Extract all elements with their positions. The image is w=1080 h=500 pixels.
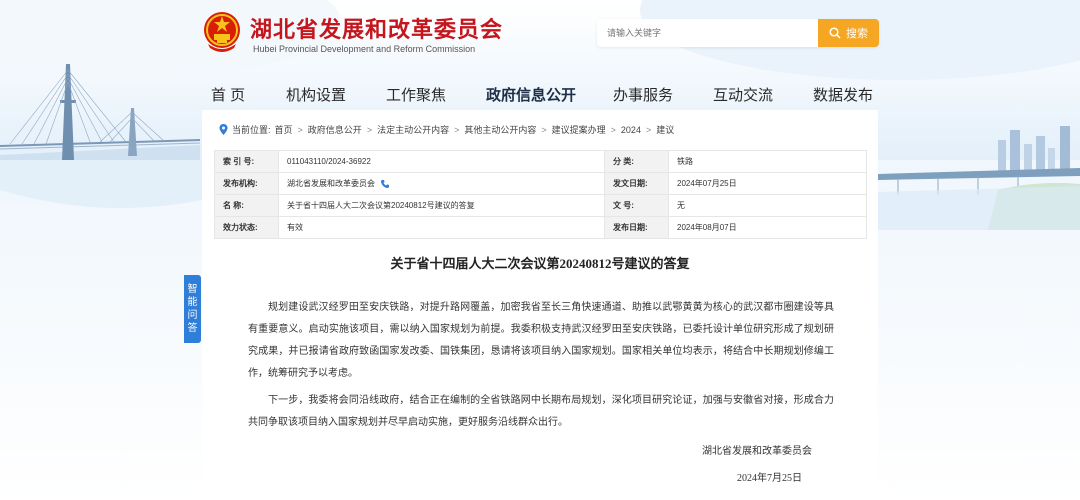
status-label: 效力状态: [214,216,279,239]
search-button[interactable]: 搜索 [818,19,879,47]
article-paragraph-2: 下一步，我委将会同沿线政府，结合正在编制的全省铁路网中长期布局规划，深化项目研究… [248,395,834,428]
breadcrumb-statutory[interactable]: 法定主动公开内容 [377,123,449,136]
signature-date: 2024年7月25日 [737,473,802,484]
category-value: 铁路 [668,150,867,173]
side-tab-char: 能 [187,297,198,308]
breadcrumb-home[interactable]: 首页 [275,123,293,136]
article-paragraph-1: 规划建设武汉经罗田至安庆铁路，对提升路网覆盖，加密我省至长三角快速通道、助推以武… [248,302,834,379]
category-label: 分 类: [604,150,669,173]
side-tab-char: 智 [187,284,198,295]
side-tab-char: 答 [187,323,198,334]
nav-organization[interactable]: 机构设置 [286,84,346,105]
breadcrumb-year[interactable]: 2024 [621,125,641,135]
breadcrumb-separator: > [454,124,460,135]
date-value: 2024年07月25日 [668,172,867,195]
breadcrumb-suggestion[interactable]: 建议 [656,123,674,136]
nav-interaction[interactable]: 互动交流 [713,84,773,105]
docno-value: 无 [668,194,867,217]
publisher-label: 发布机构: [214,172,279,195]
name-value: 关于省十四届人大二次会议第20240812号建议的答复 [278,194,605,217]
city-skyline-illustration [878,126,1080,230]
article-title: 关于省十四届人大二次会议第20240812号建议的答复 [390,256,690,271]
search-button-label: 搜索 [846,28,868,40]
site-title: 湖北省发展和改革委员会 [250,17,504,42]
river-background [0,160,202,208]
site-subtitle: Hubei Provincial Development and Reform … [253,44,476,54]
index-label: 索 引 号: [214,150,279,173]
side-tab-char: 问 [187,310,198,321]
nav-data-release[interactable]: 数据发布 [813,84,873,105]
signature-org: 湖北省发展和改革委员会 [702,446,812,457]
breadcrumb-separator: > [366,124,373,135]
table-row: 发布机构: 湖北省发展和改革委员会 发文日期: 2024年07月25日 [214,172,867,195]
name-label: 名 称: [214,194,279,217]
date-label: 发文日期: [604,172,669,195]
bridge-illustration [0,64,200,160]
table-row: 效力状态: 有效 发布日期: 2024年08月07日 [214,216,867,239]
publisher-value: 湖北省发展和改革委员会 [287,179,375,188]
nav-home[interactable]: 首 页 [211,84,245,105]
index-value: 011043110/2024-36922 [278,150,605,173]
nav-gov-info[interactable]: 政府信息公开 [486,84,576,105]
smart-qa-tab[interactable]: 智 能 问 答 [184,275,201,343]
content-panel: 当前位置: 首页 > 政府信息公开 > 法定主动公开内容 > 其他主动公开内容 … [202,110,878,500]
breadcrumb: 当前位置: 首页 > 政府信息公开 > 法定主动公开内容 > 其他主动公开内容 … [219,123,674,136]
breadcrumb-proposals[interactable]: 建议提案办理 [552,123,606,136]
search-input[interactable] [597,19,827,47]
docno-label: 文 号: [604,194,669,217]
search-box: 搜索 [597,19,879,47]
table-row: 索 引 号: 011043110/2024-36922 分 类: 铁路 [214,150,867,173]
breadcrumb-separator: > [541,124,547,135]
breadcrumb-separator: > [610,124,616,135]
nav-services[interactable]: 办事服务 [613,84,673,105]
search-icon [829,27,841,39]
breadcrumb-gov-info[interactable]: 政府信息公开 [308,123,362,136]
doc-metadata-table: 索 引 号: 011043110/2024-36922 分 类: 铁路 发布机构… [214,150,867,239]
breadcrumb-separator: > [297,124,303,135]
pubdate-value: 2024年08月07日 [668,216,867,239]
location-pin-icon [219,124,228,135]
status-value: 有效 [278,216,605,239]
phone-icon[interactable] [380,179,390,189]
table-row: 名 称: 关于省十四届人大二次会议第20240812号建议的答复 文 号: 无 [214,194,867,217]
breadcrumb-prefix: 当前位置: [232,125,271,135]
breadcrumb-separator: > [645,124,652,135]
nav-work-focus[interactable]: 工作聚焦 [386,84,446,105]
main-nav: 首 页 机构设置 工作聚焦 政府信息公开 办事服务 互动交流 数据发布 [0,84,1080,108]
publisher-cell: 湖北省发展和改革委员会 [278,172,605,195]
breadcrumb-other[interactable]: 其他主动公开内容 [464,123,536,136]
pubdate-label: 发布日期: [604,216,669,239]
national-emblem-icon [204,12,240,52]
